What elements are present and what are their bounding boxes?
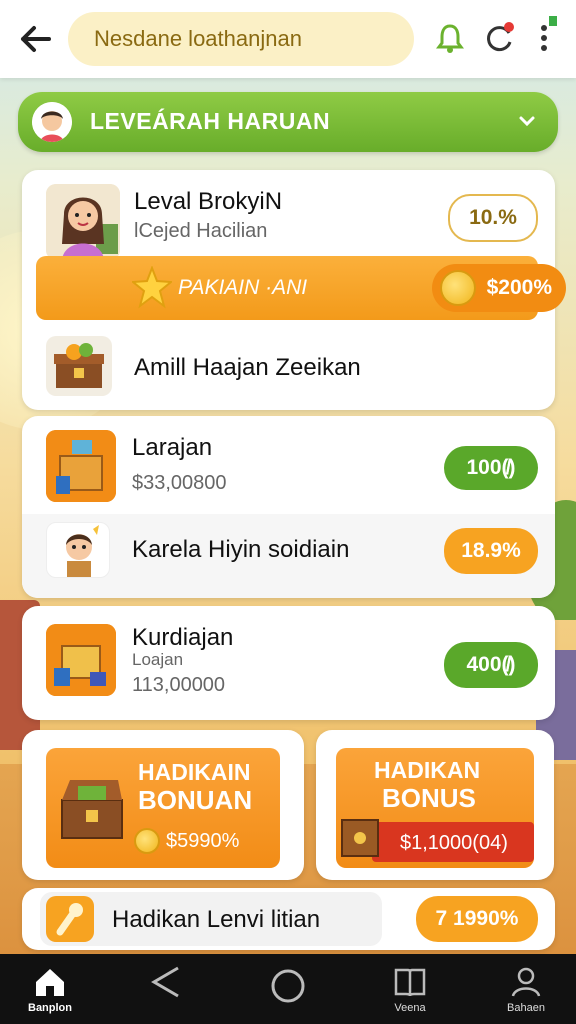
home-icon [32,964,68,1000]
card-subtitle: lCejed Hacilian [134,220,268,242]
star-coin-icon [130,265,174,310]
card-title: Leval BrokyiN [134,188,283,215]
row-badge[interactable]: 18.9% [444,528,538,574]
bonus-title-line2: BONUS [382,783,476,813]
boy-avatar-icon [46,522,110,578]
bonus-card-left[interactable]: HADIKAIN BONUAN $5990% [46,748,280,868]
chevron-down-icon[interactable] [516,110,538,132]
coin-icon [440,270,476,306]
nav-profile[interactable]: Bahaen [478,954,574,1024]
more-menu-icon[interactable] [526,20,562,56]
level-card: Leval BrokyiN lCejed Hacilian 10.% PAKIA… [22,170,566,410]
card-subtitle: Loajan [132,650,184,669]
nav-label: Veena [394,1002,426,1014]
row-title: Karela Hiyin soidiain [132,536,350,563]
character-avatar [46,184,120,260]
reward-card: Larajan $33,00800 100(̸̸) Karela Hiyin s… [22,416,555,598]
level-dropdown[interactable]: LEVEÁRAH HARUAN [18,92,558,152]
bonus-title-line1: HADIKAN [374,757,481,783]
treasure-chest-icon [46,336,112,396]
card-subtitle: $33,00800 [132,472,227,494]
item-title: Amill Haajan Zeeikan [134,354,361,381]
nav-label: Bahaen [507,1002,545,1014]
crate-icon [340,814,380,858]
bonus-title-line1: HADIKAIN [138,759,251,785]
avatar [32,102,72,142]
gift-crate-icon [46,430,116,502]
card-amount: 113,00000 [132,674,226,696]
footer-badge[interactable]: 7 1990% [416,896,538,942]
coin-icon [134,828,160,854]
footer-title: Hadikan Lenvi litian [112,906,321,933]
progress-badge[interactable]: 100(̸̸) [444,446,538,490]
level-title: LEVEÁRAH HARUAN [90,108,331,134]
nav-home[interactable]: Banplon [2,954,98,1024]
nav-book[interactable]: Veena [362,954,458,1024]
promo-banner[interactable]: PAKIAIN ·ANI $200% [36,256,566,320]
bonus-card-right[interactable]: HADIKAN BONUS $1,1000(04) [336,748,534,868]
user-icon [508,964,544,1000]
card-title: Larajan [132,434,213,461]
reward-card: Kurdiajan Loajan 113,00000 400(̸̸) [22,606,555,720]
share-icon [148,964,184,1000]
nav-share[interactable] [118,954,214,1024]
footer-card: Hadikan Lenvi litian 7 1990% [22,888,555,950]
progress-badge[interactable]: 400(̸̸) [444,642,538,688]
circle-icon [270,968,306,1004]
notification-dot [504,22,514,32]
bonus-title-line2: BONUAN [138,785,253,815]
book-icon [392,964,428,1000]
promo-amount: $200% [486,276,552,299]
bell-icon[interactable] [432,20,468,56]
top-bar: Nesdane loathanjnan [0,0,576,78]
promo-amount-button[interactable]: $200% [432,264,566,312]
key-icon [46,896,94,942]
search-input[interactable]: Nesdane loathanjnan [68,12,414,66]
treasure-chest-icon [56,766,128,844]
progress-badge: 10.% [448,194,538,242]
card-title: Kurdiajan [132,624,234,651]
search-text: Nesdane loathanjnan [94,26,302,51]
bottom-nav: Banplon Veena Bahaen [0,954,576,1024]
nav-circle[interactable] [240,954,336,1024]
back-arrow-icon[interactable] [20,24,52,54]
bonus-amount: $1,1000(04) [400,832,508,854]
gift-crate-icon [46,624,116,696]
bonus-amount: $5990% [166,830,240,852]
nav-label: Banplon [28,1002,72,1014]
promo-label: PAKIAIN ·ANI [178,276,308,299]
